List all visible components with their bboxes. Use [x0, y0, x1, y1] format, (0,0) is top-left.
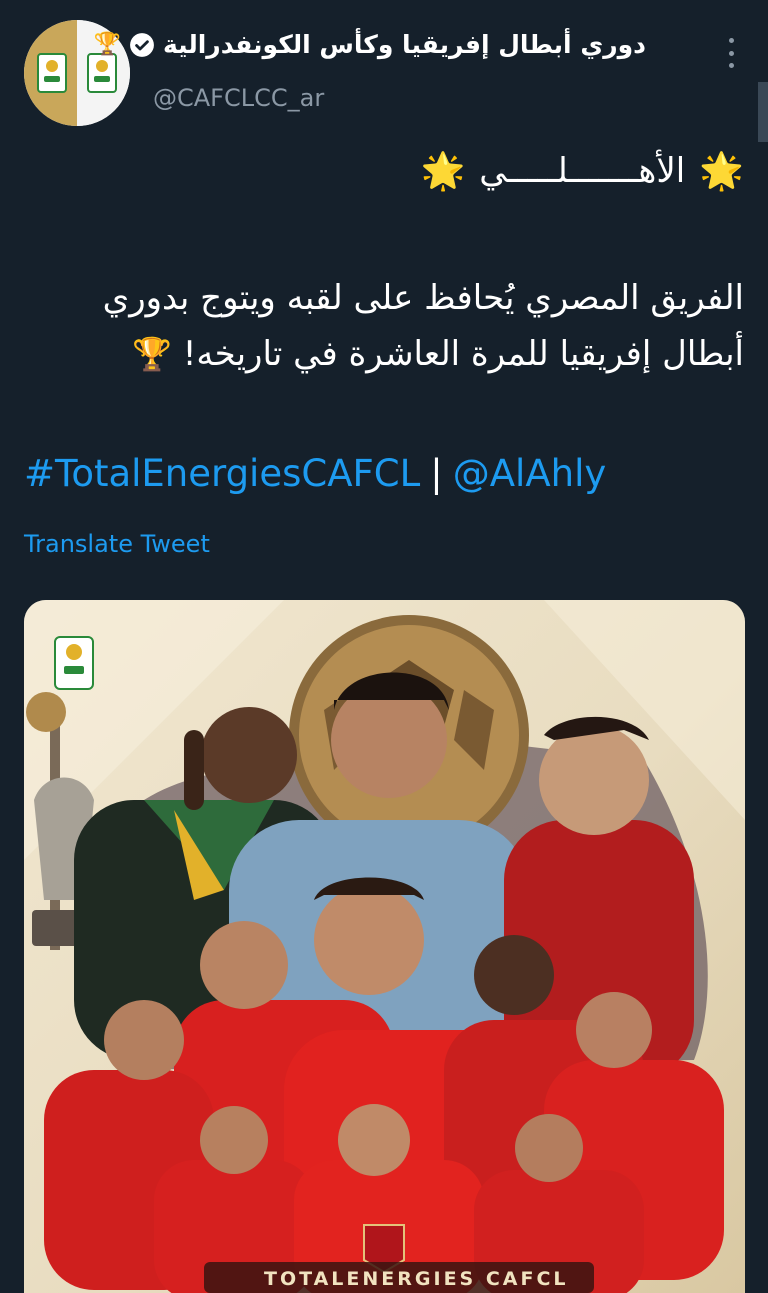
- tweet-detail: دوري أبطال إفريقيا وكأس الكونفدرالية 🏆 @…: [0, 0, 768, 1293]
- trophy-icon: 🏆: [132, 335, 172, 373]
- display-name[interactable]: دوري أبطال إفريقيا وكأس الكونفدرالية 🏆: [94, 30, 646, 59]
- caf-logo-icon: [54, 636, 94, 690]
- tweet-media-image[interactable]: TOTALENERGIES CAFCL: [24, 600, 745, 1293]
- hashtag-link[interactable]: #TotalEnergiesCAFCL: [24, 452, 420, 495]
- verified-badge-icon: [130, 32, 154, 57]
- scrollbar[interactable]: [758, 82, 768, 142]
- caf-logo-icon: [37, 53, 67, 93]
- star-icon: 🌟: [420, 151, 466, 192]
- caf-logo-icon: [87, 53, 117, 93]
- trophy-icon: 🏆: [93, 32, 121, 57]
- poster-caption: TOTALENERGIES CAFCL: [264, 1268, 569, 1290]
- tweet-body: الفريق المصري يُحافظ على لقبه ويتوج بدور…: [24, 270, 744, 382]
- tweet-title: 🌟 الأهـــــــلـــــي 🌟: [420, 150, 744, 192]
- hashtag-line: #TotalEnergiesCAFCL | @AlAhly: [24, 452, 606, 495]
- star-icon: 🌟: [699, 151, 744, 192]
- team-poster-illustration: [24, 600, 745, 1293]
- tweet-body-line: الفريق المصري يُحافظ على لقبه ويتوج بدور…: [102, 278, 744, 318]
- tweet-title-text: الأهـــــــلـــــي: [479, 151, 686, 191]
- user-handle[interactable]: @CAFCLCC_ar: [153, 84, 324, 112]
- translate-tweet-link[interactable]: Translate Tweet: [24, 530, 210, 558]
- separator: |: [430, 452, 443, 495]
- tweet-body-line-2: أبطال إفريقيا للمرة العاشرة في تاريخه! 🏆: [24, 326, 744, 382]
- more-options-icon[interactable]: [722, 38, 740, 68]
- mention-link[interactable]: @AlAhly: [453, 452, 607, 495]
- display-name-text: دوري أبطال إفريقيا وكأس الكونفدرالية: [162, 30, 646, 59]
- tweet-body-line-text: أبطال إفريقيا للمرة العاشرة في تاريخه!: [182, 334, 744, 374]
